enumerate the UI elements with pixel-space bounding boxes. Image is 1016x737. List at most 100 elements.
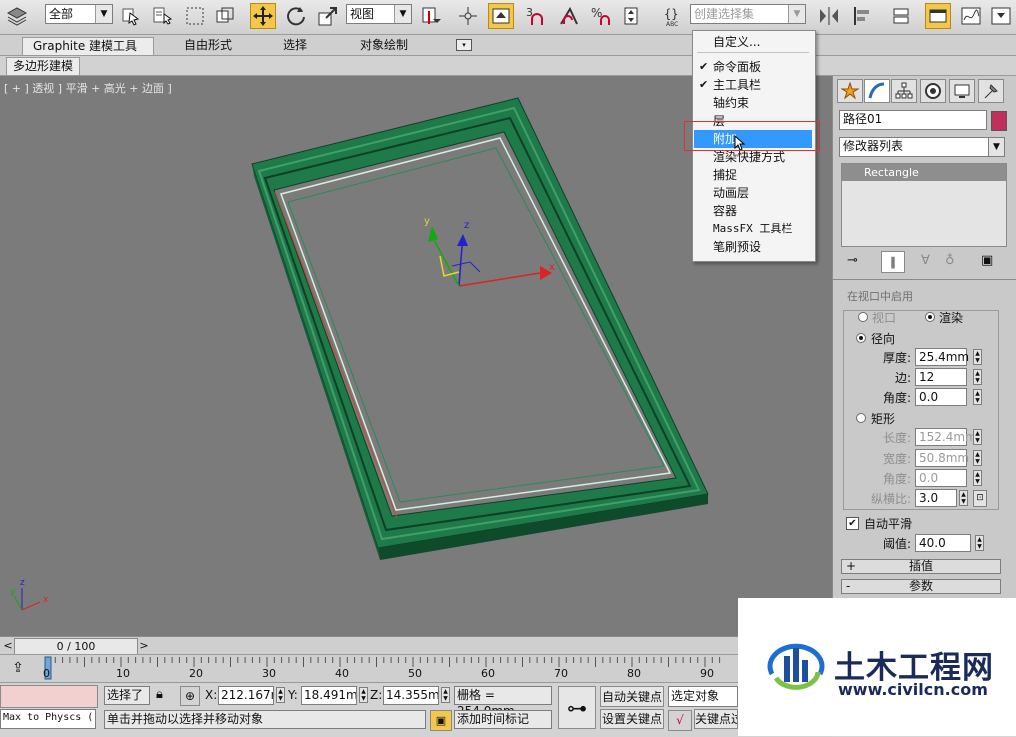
select-object-icon[interactable] [118, 3, 144, 29]
auto-key-button[interactable]: 自动关键点 [600, 686, 664, 707]
layer-manager-icon[interactable] [888, 3, 914, 29]
add-time-tag[interactable]: 添加时间标记 [454, 710, 552, 729]
scale-tool-icon[interactable] [315, 3, 341, 29]
threshold-field[interactable]: 40.0 [915, 534, 971, 552]
x-coord-spinner[interactable]: ▲ ▼ [276, 687, 285, 703]
mini-curve-editor-icon[interactable]: ⇪ [8, 658, 28, 678]
prev-frame-button[interactable]: < [2, 638, 14, 653]
lock-selection-icon[interactable]: 🔒︎ [156, 687, 163, 702]
lock-aspect-icon[interactable]: ⊡ [973, 490, 987, 507]
motion-tab-icon[interactable] [920, 79, 946, 103]
angle-field[interactable]: 0.0 [915, 388, 967, 406]
threshold-spinner[interactable]: ▲ ▼ [975, 535, 984, 551]
hierarchy-tab-icon[interactable] [891, 79, 917, 103]
length-field[interactable]: 152.4mm [915, 428, 977, 446]
absolute-mode-icon[interactable]: ⊕ [180, 686, 200, 706]
maxscript-listener-top[interactable] [0, 685, 98, 708]
named-selection-combo[interactable]: 创建选择集 ▼ [690, 4, 806, 24]
snap-toggle-icon[interactable]: 3 [522, 3, 548, 29]
make-unique-icon[interactable]: ∀ [921, 253, 930, 268]
modifier-list-dropdown[interactable]: 修改器列表 ▼ [839, 137, 1005, 157]
move-tool-icon[interactable] [250, 3, 276, 29]
rect-region-icon[interactable] [182, 3, 208, 29]
width-field[interactable]: 50.8mm [915, 449, 969, 467]
window-crossing-icon[interactable] [212, 3, 238, 29]
pivot-center-icon[interactable] [418, 3, 444, 29]
menu-item-customize[interactable]: 自定义... [694, 33, 812, 51]
key-filters-button[interactable]: 关键点过 [694, 709, 738, 729]
aspect-spinner[interactable]: ▲ ▼ [959, 490, 968, 506]
width-spinner[interactable]: ▲ ▼ [973, 450, 982, 466]
menu-item-containers[interactable]: 容器 [694, 202, 812, 220]
key-mode-dropdown[interactable]: 选定对象 [668, 686, 738, 707]
angle-snap-icon[interactable] [556, 3, 582, 29]
sides-field[interactable]: 12 [915, 368, 967, 386]
spinner-snap-icon[interactable] [618, 3, 644, 29]
viewport-label[interactable]: [ + ] 透视 ] 平滑 + 高光 + 边面 ] [4, 80, 172, 96]
thickness-spinner[interactable]: ▲ ▼ [973, 349, 982, 365]
rotate-tool-icon[interactable] [283, 3, 309, 29]
radio-radial[interactable] [856, 333, 866, 343]
curve-editor-icon[interactable] [958, 3, 984, 29]
autosmooth-checkbox[interactable]: ✔ [846, 517, 859, 530]
menu-item-massfx-toolbar[interactable]: MassFX 工具栏 [694, 220, 812, 238]
menu-item-main-toolbar[interactable]: ✔ 主工具栏 [694, 76, 812, 94]
set-key-button[interactable]: 设置关键点 [600, 709, 664, 729]
maxscript-listener-bottom[interactable]: Max to Physcs ( [0, 709, 96, 729]
edit-named-selection-icon[interactable]: {} ABC [660, 3, 686, 29]
tab-object-paint[interactable]: 对象绘制 [350, 37, 418, 54]
menu-item-axis-constraints[interactable]: 轴约束 [694, 94, 812, 112]
menu-item-command-panel[interactable]: ✔ 命令面板 [694, 58, 812, 76]
select-by-name-icon[interactable] [150, 3, 176, 29]
angle-spinner[interactable]: ▲ ▼ [973, 389, 982, 405]
isolate-selection-icon[interactable]: ▣ [430, 710, 452, 731]
x-coord-field[interactable]: 212.167mm [218, 686, 274, 705]
graphite-toggle-icon[interactable] [925, 3, 951, 29]
menu-item-animation-layers[interactable]: 动画层 [694, 184, 812, 202]
next-frame-button[interactable]: > [138, 638, 150, 653]
z-coord-spinner[interactable]: ▲ ▼ [441, 687, 450, 703]
object-name-field[interactable]: 路径01 [839, 110, 987, 130]
y-coord-spinner[interactable]: ▲ ▼ [359, 687, 368, 703]
tab-freeform[interactable]: 自由形式 [174, 37, 242, 54]
stack-item-rectangle[interactable]: Rectangle [842, 164, 1006, 181]
parameters-rollout[interactable]: - 参数 [841, 579, 1001, 594]
radio-render[interactable] [925, 312, 935, 322]
thickness-field[interactable]: 25.4mm [915, 348, 969, 366]
time-slider-thumb[interactable]: 0 / 100 [14, 638, 138, 655]
angle2-spinner[interactable]: ▲ ▼ [973, 470, 982, 486]
length-spinner[interactable]: ▲ ▼ [973, 429, 982, 445]
show-end-result-icon[interactable]: ∥ [881, 251, 905, 273]
select-manipulate-icon[interactable] [455, 3, 481, 29]
track-bar[interactable]: ⇪ 0 10 20 30 40 50 60 70 80 90 [0, 654, 832, 683]
mirror-icon[interactable] [816, 3, 842, 29]
tab-graphite[interactable]: Graphite 建模工具 [22, 37, 154, 55]
aspect-field[interactable]: 3.0 [915, 489, 957, 507]
tab-selection[interactable]: 选择 [273, 37, 317, 54]
z-coord-field[interactable]: 14.355mm [383, 686, 439, 705]
create-tab-icon[interactable] [837, 79, 863, 103]
sides-spinner[interactable]: ▲ ▼ [973, 369, 982, 385]
key-tangent-icon[interactable]: √ [668, 710, 692, 731]
selection-filter-dropdown[interactable]: 全部 ▼ [45, 4, 113, 24]
configure-modifier-sets-icon[interactable]: ▣ [981, 253, 993, 268]
percent-snap-icon[interactable]: % [588, 3, 614, 29]
ref-coord-dropdown[interactable]: 视图 ▼ [346, 4, 412, 24]
layers-icon[interactable] [4, 3, 30, 29]
subtab-polygon-modeling[interactable]: 多边形建模 [6, 57, 81, 76]
schematic-view-icon[interactable] [988, 3, 1014, 29]
set-key-icon[interactable]: ⊶ [558, 686, 596, 729]
ribbon-options-icon[interactable]: ▾ [456, 39, 472, 51]
y-coord-field[interactable]: 18.491mm [301, 686, 357, 705]
angle2-field[interactable]: 0.0 [915, 469, 967, 487]
keyboard-shortcut-override-icon[interactable] [488, 3, 514, 29]
align-icon[interactable] [850, 3, 876, 29]
menu-item-brush-presets[interactable]: 笔刷预设 [694, 238, 812, 256]
object-color-swatch[interactable] [991, 111, 1007, 131]
display-tab-icon[interactable] [949, 79, 975, 103]
remove-modifier-icon[interactable]: ♁ [945, 253, 955, 268]
radio-viewport[interactable] [858, 312, 868, 322]
radio-rectangular[interactable] [856, 413, 866, 423]
pin-stack-icon[interactable]: ⊸ [847, 253, 858, 268]
utilities-tab-icon[interactable] [978, 79, 1004, 103]
